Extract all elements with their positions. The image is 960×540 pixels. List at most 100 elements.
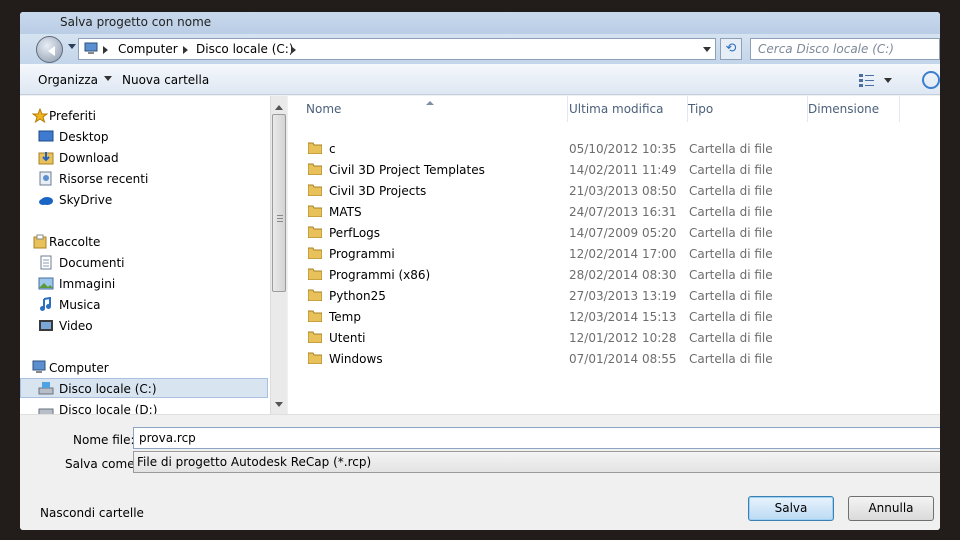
documents-icon [40,255,52,270]
file-name: Civil 3D Projects [329,184,427,198]
recent-pages-dropdown[interactable] [68,44,76,53]
nav-item-drive-c[interactable]: Disco locale (C:) [20,378,268,398]
file-name: Programmi (x86) [329,268,431,282]
file-modified: 14/07/2009 05:20 [569,226,677,240]
folder-icon [308,205,322,217]
table-row[interactable]: MATS 24/07/2013 16:31 Cartella di file [288,201,888,222]
file-name: PerfLogs [329,226,381,240]
breadcrumb-arrow-icon[interactable] [291,46,300,54]
table-row[interactable]: c 05/10/2012 10:35 Cartella di file [288,138,888,159]
refresh-button[interactable]: ⟲ [720,38,742,60]
download-folder-icon [38,152,54,165]
search-placeholder: Cerca Disco locale (C:) [758,42,894,56]
table-row[interactable]: Civil 3D Projects 21/03/2013 08:50 Cartell… [288,180,888,201]
column-header-type[interactable]: Tipo [688,96,808,122]
cloud-icon [39,197,53,205]
scrollbar-thumb[interactable] [272,114,286,292]
music-icon [40,297,51,311]
file-type: Cartella di file [689,331,773,345]
file-type: Cartella di file [689,184,773,198]
table-row[interactable]: Programmi (x86) 28/02/2014 08:30 Cartella … [288,264,888,285]
file-modified: 28/02/2014 08:30 [569,268,677,282]
command-toolbar: Organizza Nuova cartella [20,64,940,95]
nav-group-computer[interactable]: Computer [20,358,268,378]
nav-item-desktop[interactable]: Desktop [20,127,268,147]
file-type: Cartella di file [689,142,773,156]
file-modified: 14/02/2011 11:49 [569,163,677,177]
save-button[interactable]: Salva [748,496,834,521]
file-type: Cartella di file [689,289,773,303]
window-title: Salva progetto con nome [60,15,212,29]
file-modified: 24/07/2013 16:31 [569,205,677,219]
scroll-up-icon[interactable] [275,101,283,110]
save-dialog: Salva progetto con nome Computer Disco l… [20,12,940,530]
search-input[interactable]: Cerca Disco locale (C:) [750,38,940,60]
file-modified: 12/03/2014 15:13 [569,310,677,324]
file-modified: 07/01/2014 08:55 [569,352,677,366]
file-name: c [329,142,336,156]
column-header-modified[interactable]: Ultima modifica [568,96,688,122]
navigation-scrollbar[interactable] [270,96,287,414]
breadcrumb-drive-c[interactable]: Disco locale (C:) [196,42,294,56]
nav-item-documents[interactable]: Documenti [20,253,268,273]
video-icon [39,320,53,331]
file-modified: 12/02/2014 17:00 [569,247,677,261]
file-modified: 27/03/2013 13:19 [569,289,677,303]
file-name: Programmi [329,247,395,261]
drive-icon [38,382,54,395]
folder-icon [308,163,322,175]
back-button[interactable] [36,36,63,63]
column-header-name[interactable]: Nome [288,96,568,122]
address-dropdown-icon[interactable] [703,47,711,56]
folder-icon [308,331,322,343]
file-type-select[interactable]: File di progetto Autodesk ReCap (*.rcp) [133,451,940,473]
scroll-down-icon[interactable] [275,402,283,411]
breadcrumb-arrow-icon[interactable] [103,46,112,54]
file-type-label: Salva come: [65,457,139,471]
help-icon[interactable] [922,71,940,89]
file-name: MATS [329,205,362,219]
nav-item-drive-d[interactable]: Disco locale (D:) [20,400,268,414]
folder-icon [308,226,322,238]
nav-item-skydrive[interactable]: SkyDrive [20,190,268,210]
drive-icon [38,408,54,414]
breadcrumb-arrow-icon[interactable] [183,46,192,54]
table-row[interactable]: Utenti 12/01/2012 10:28 Cartella di file [288,327,888,348]
nav-item-music[interactable]: Musica [20,295,268,315]
cancel-button[interactable]: Annulla [848,496,934,521]
nav-item-pictures[interactable]: Immagini [20,274,268,294]
file-type: Cartella di file [689,310,773,324]
filename-label: Nome file: [73,433,135,447]
nav-group-libraries[interactable]: Raccolte [20,232,268,252]
column-header-size[interactable]: Dimensione [808,96,900,122]
table-row[interactable]: Python25 27/03/2013 13:19 Cartella di file [288,285,888,306]
nav-group-favorites[interactable]: Preferiti [20,106,268,126]
table-row[interactable]: Civil 3D Project Templates 14/02/2011 11:… [288,159,888,180]
nav-item-video[interactable]: Video [20,316,268,336]
new-folder-button[interactable]: Nuova cartella [122,73,209,87]
nav-item-recent-places[interactable]: Risorse recenti [20,169,268,189]
organize-label: Organizza [38,73,99,87]
table-row[interactable]: PerfLogs 14/07/2009 05:20 Cartella di file [288,222,888,243]
table-row[interactable]: Programmi 12/02/2014 17:00 Cartella di fil… [288,243,888,264]
view-options-icon[interactable] [858,73,876,87]
chevron-down-icon[interactable] [884,78,892,87]
file-modified: 21/03/2013 08:50 [569,184,677,198]
file-name: Temp [329,310,361,324]
file-name: Windows [329,352,383,366]
file-type: Cartella di file [689,163,773,177]
filename-input[interactable]: prova.rcp [133,427,940,449]
address-bar[interactable]: Computer Disco locale (C:) [78,38,716,60]
hide-folders-toggle[interactable]: Nascondi cartelle [40,506,144,520]
desktop-icon [38,130,54,142]
pictures-icon [38,277,54,290]
grip-icon [277,215,283,222]
organize-button[interactable]: Organizza [38,73,113,87]
sort-ascending-icon [426,97,434,105]
file-name: Python25 [329,289,386,303]
breadcrumb-computer[interactable]: Computer [118,42,178,56]
table-row[interactable]: Temp 12/03/2014 15:13 Cartella di file [288,306,888,327]
file-type: Cartella di file [689,352,773,366]
nav-item-download[interactable]: Download [20,148,268,168]
table-row[interactable]: Windows 07/01/2014 08:55 Cartella di file [288,348,888,369]
